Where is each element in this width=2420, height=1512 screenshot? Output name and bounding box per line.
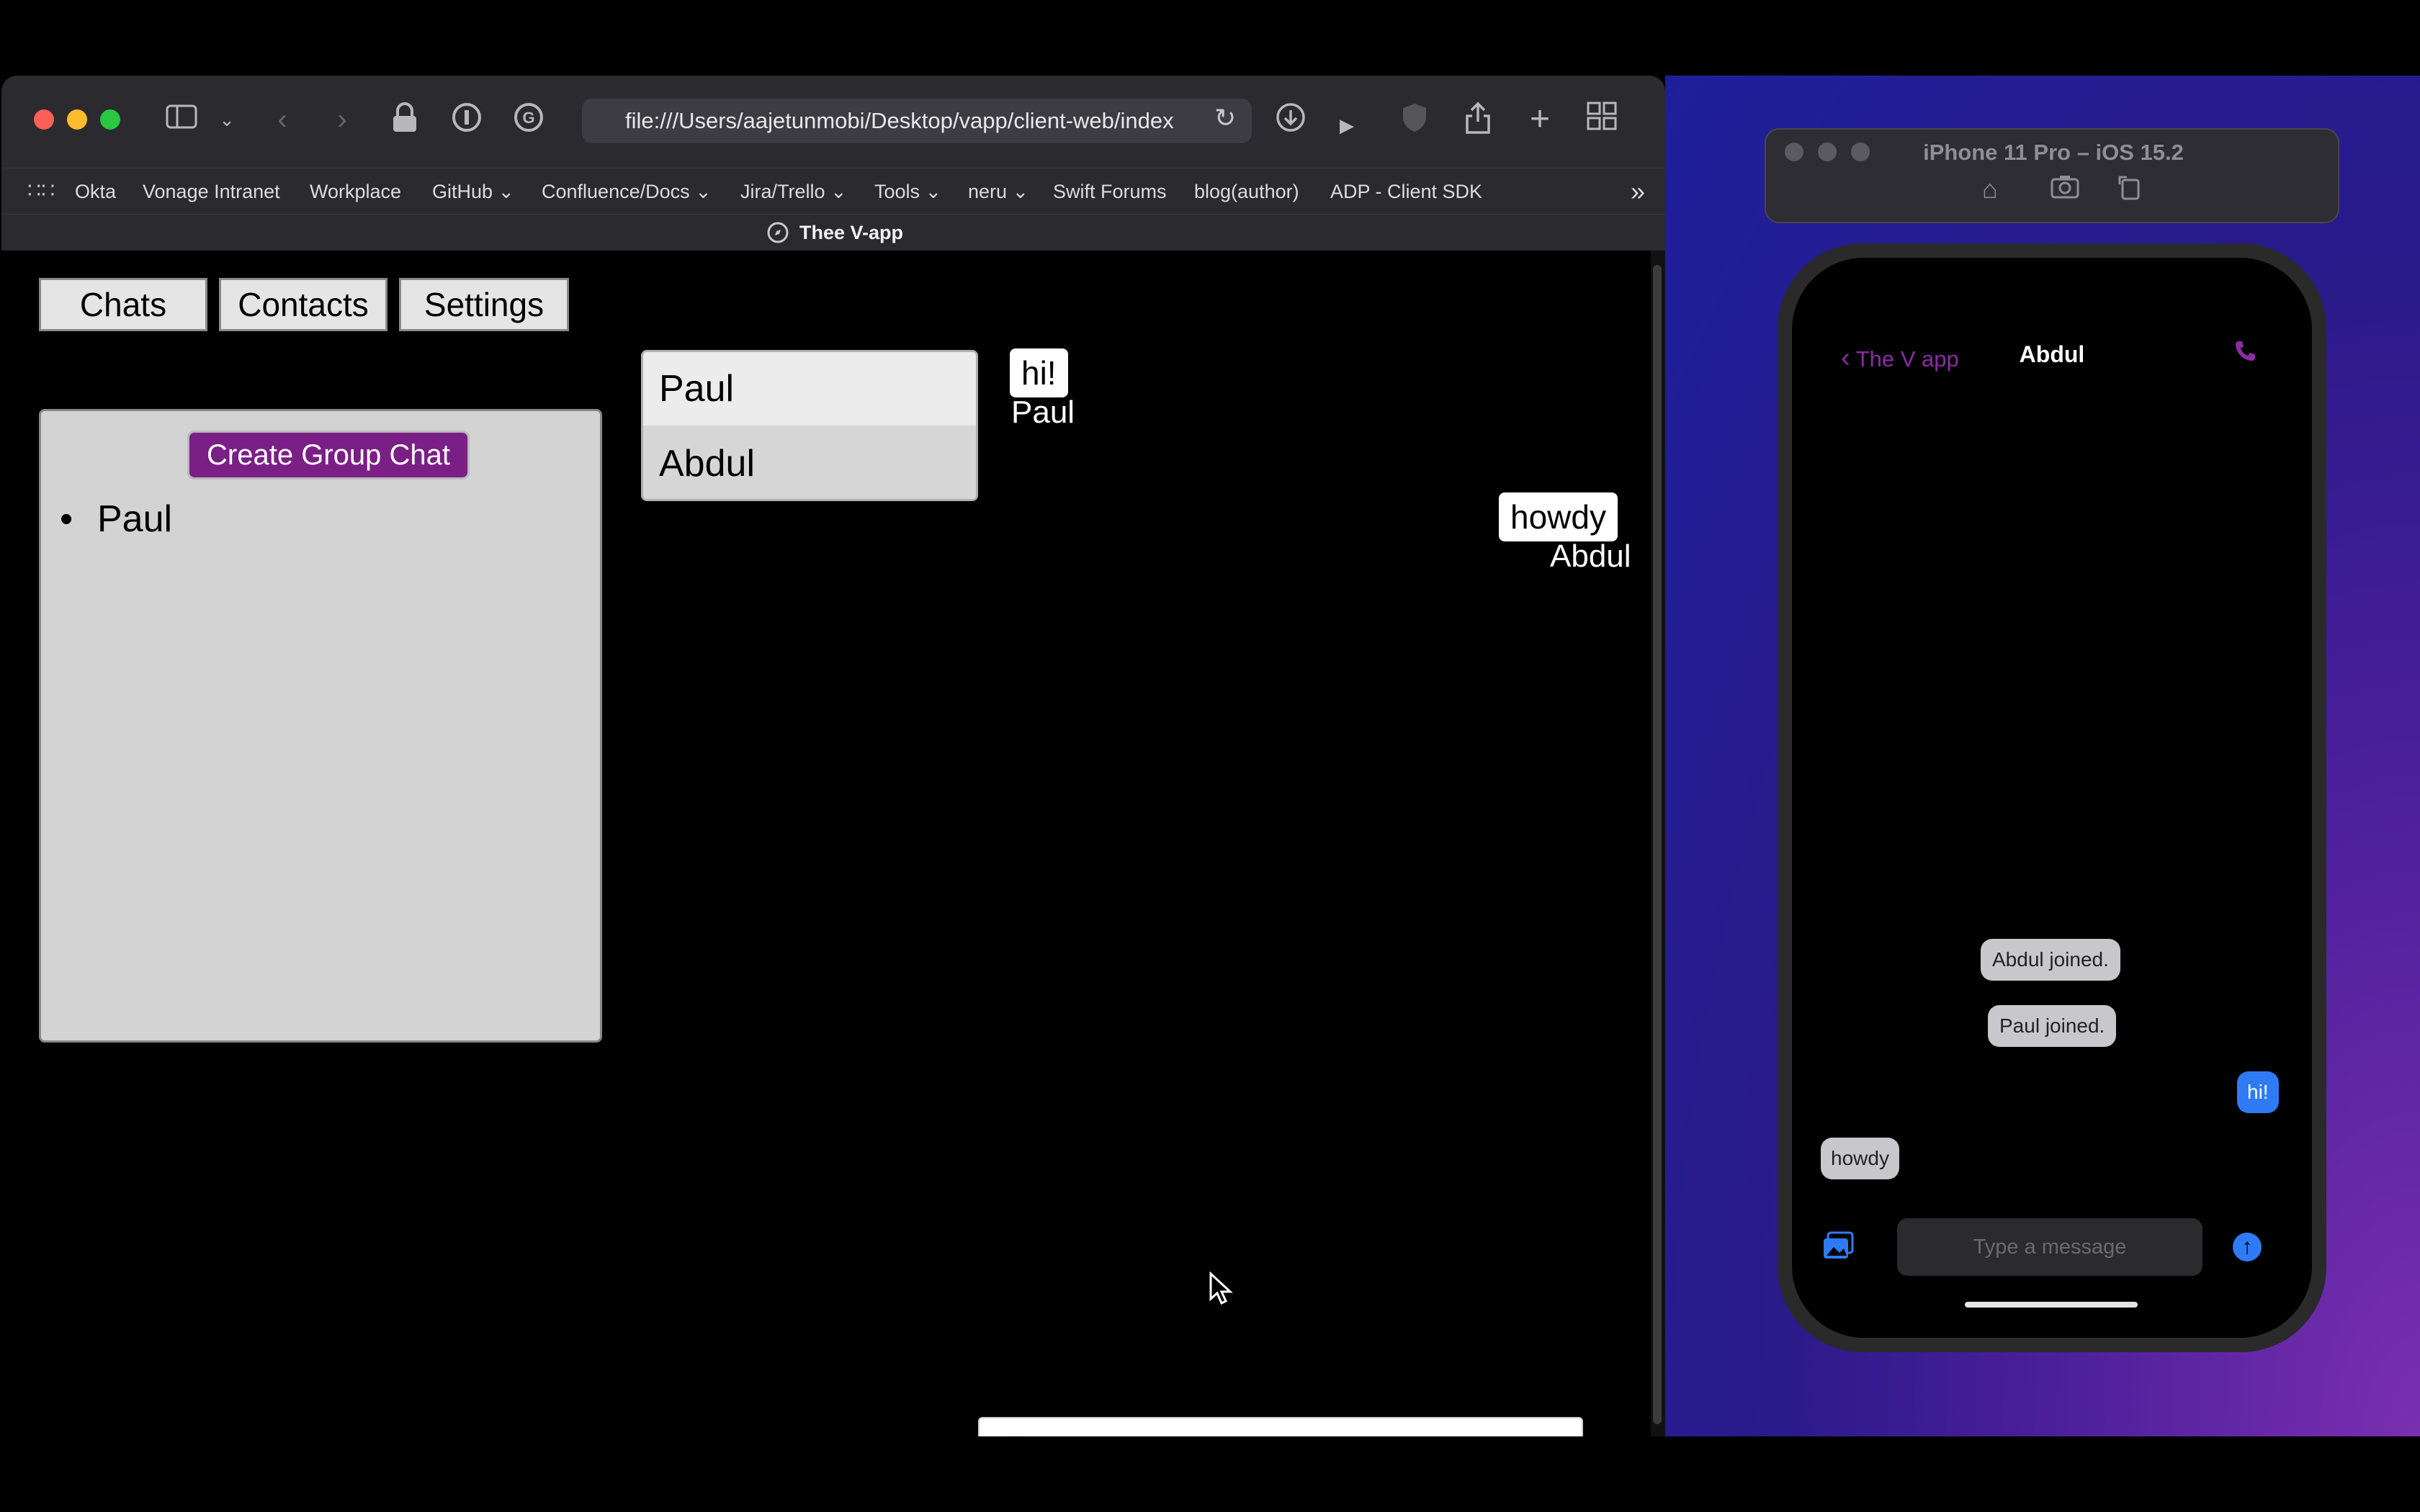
download-icon[interactable] [1269, 102, 1312, 142]
bookmark-okta[interactable]: Okta [75, 168, 116, 215]
system-message: Abdul joined. [1981, 939, 2120, 981]
tab-title[interactable]: Thee V-app [799, 215, 903, 251]
bookmark-confluence[interactable]: Confluence/Docs ⌄ [542, 168, 712, 215]
share-icon[interactable] [1456, 102, 1500, 143]
message-sender: Paul [1011, 395, 1075, 430]
chevron-down-icon: ⌄ [493, 181, 515, 202]
grammarly-icon[interactable]: G [507, 102, 550, 142]
bookmark-neru-label: neru [968, 181, 1008, 202]
bookmark-jira-label: Jira/Trello [740, 181, 825, 202]
browser-window: ⌄ ‹ › G file:///Users/aajetunmobi/Deskto… [1, 76, 1665, 1436]
new-tab-icon[interactable]: + [1518, 102, 1561, 138]
bookmark-tools[interactable]: Tools ⌄ [874, 168, 941, 215]
screenshot-icon[interactable] [2047, 174, 2083, 205]
address-bar[interactable]: file:///Users/aajetunmobi/Desktop/vapp/c… [582, 99, 1252, 143]
minimize-window-button[interactable] [67, 109, 87, 130]
message-sender: Abdul [1550, 539, 1631, 574]
compass-icon [766, 221, 789, 248]
more-bookmarks-icon[interactable]: » [1631, 168, 1645, 215]
lock-icon[interactable] [383, 102, 426, 142]
play-icon[interactable]: ▶ [1325, 107, 1368, 143]
outgoing-message: hi! [2237, 1071, 2279, 1113]
close-window-button[interactable] [34, 109, 54, 130]
member-item[interactable]: Abdul [643, 427, 976, 499]
address-text: file:///Users/aajetunmobi/Desktop/vapp/c… [625, 108, 1174, 133]
bookmark-blog[interactable]: blog(author) [1194, 168, 1299, 215]
message-bubble: hi! [1010, 348, 1068, 397]
chevron-down-icon[interactable]: ⌄ [205, 102, 248, 138]
message-input[interactable]: Type a message [1897, 1218, 2202, 1276]
reload-icon[interactable]: ↻ [1214, 103, 1236, 133]
svg-text:G: G [522, 109, 534, 127]
tab-overview-icon[interactable] [1580, 102, 1623, 139]
bookmark-github-label: GitHub [432, 181, 493, 202]
bookmark-tools-label: Tools [874, 181, 920, 202]
bookmark-jira[interactable]: Jira/Trello ⌄ [740, 168, 847, 215]
web-page: Chats Contacts Settings Create Group Cha… [1, 251, 1665, 1436]
bookmarks-bar: ∷∷ Okta Vonage Intranet Workplace GitHub… [1, 168, 1665, 215]
message-bubble: howdy [1499, 492, 1618, 541]
system-message: Paul joined. [1988, 1005, 2117, 1047]
tab-bar: Thee V-app [1, 214, 1665, 251]
phone-call-icon[interactable] [2233, 338, 2257, 369]
sidebar-icon[interactable] [160, 102, 203, 138]
rotate-icon[interactable] [2113, 174, 2149, 207]
bookmark-workplace[interactable]: Workplace [310, 168, 401, 215]
scrollbar-thumb[interactable] [1653, 265, 1662, 1424]
chevron-down-icon: ⌄ [825, 181, 847, 202]
home-icon[interactable]: ⌂ [1972, 174, 2008, 204]
send-arrow-icon[interactable]: ↑ [2233, 1233, 2262, 1261]
chevron-down-icon: ⌄ [689, 181, 712, 202]
tab-contacts[interactable]: Contacts [219, 278, 387, 331]
chevron-down-icon: ⌄ [1007, 181, 1029, 202]
bookmark-github[interactable]: GitHub ⌄ [432, 168, 514, 215]
browser-toolbar: ⌄ ‹ › G file:///Users/aajetunmobi/Deskto… [1, 76, 1665, 168]
chevron-down-icon: ⌄ [920, 181, 942, 202]
zoom-window-button[interactable] [100, 109, 120, 130]
shield-icon[interactable] [1393, 102, 1436, 142]
bookmark-swift-forums[interactable]: Swift Forums [1053, 168, 1167, 215]
member-item[interactable]: Paul [643, 352, 976, 426]
mouse-pointer-icon [1209, 1271, 1233, 1310]
member-list: Paul Abdul [641, 350, 978, 501]
simulator-titlebar: iPhone 11 Pro – iOS 15.2 ⌂ [1765, 128, 2339, 223]
bookmark-neru[interactable]: neru ⌄ [968, 168, 1028, 215]
incoming-message: howdy [1821, 1138, 1899, 1179]
message-input[interactable]: Enter message [978, 1417, 1583, 1436]
simulator-title: iPhone 11 Pro – iOS 15.2 [1923, 140, 2184, 165]
tab-settings[interactable]: Settings [399, 278, 569, 331]
chat-list-item[interactable]: Paul [60, 498, 172, 541]
photo-attach-icon[interactable] [1822, 1231, 1855, 1260]
bookmark-adp-client-sdk[interactable]: ADP - Client SDK [1330, 168, 1482, 215]
bookmark-vonage-intranet[interactable]: Vonage Intranet [143, 168, 280, 215]
password-manager-icon[interactable] [445, 102, 488, 142]
back-arrow-icon[interactable]: ‹ [261, 102, 304, 138]
chats-panel: Create Group Chat Paul [39, 409, 602, 1043]
tab-chats[interactable]: Chats [39, 278, 207, 331]
bookmark-confluence-label: Confluence/Docs [542, 181, 690, 202]
apps-grid-icon[interactable]: ∷∷ [27, 168, 55, 215]
forward-arrow-icon[interactable]: › [321, 102, 364, 138]
iphone-screen: ‹ The V app Abdul Abdul joined. Paul joi… [1792, 258, 2312, 1338]
home-indicator[interactable] [1965, 1302, 2138, 1308]
create-group-chat-button[interactable]: Create Group Chat [187, 431, 470, 480]
